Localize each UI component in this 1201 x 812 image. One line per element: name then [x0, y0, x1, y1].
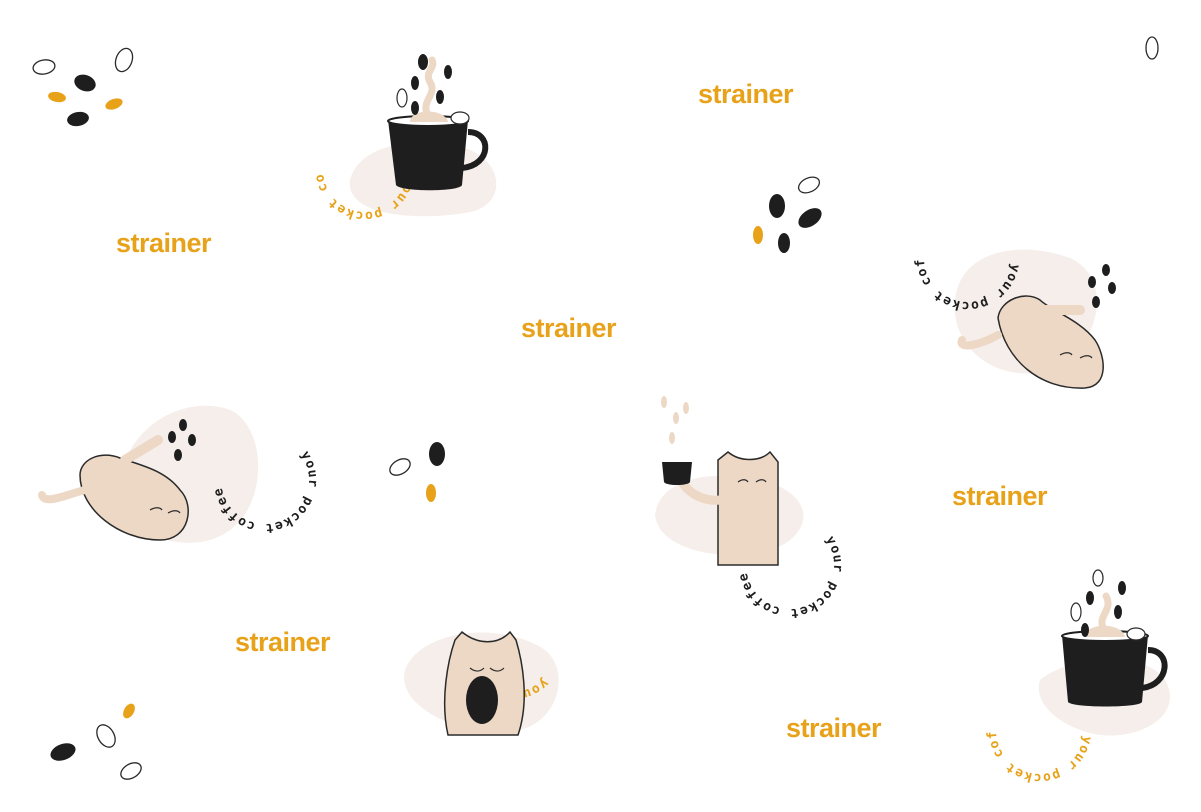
coffee-bean-icon: [1086, 591, 1094, 605]
coffee-bean-icon: [188, 434, 196, 446]
coffee-bean-icon: [123, 703, 135, 719]
coffee-bean-icon: [396, 88, 408, 108]
coffee-bean-icon: [1081, 623, 1089, 637]
coffee-bean-icon: [389, 458, 411, 476]
coffee-bean-icon: [32, 59, 56, 75]
wordmark: strainer: [786, 713, 882, 743]
coffee-bean-icon: [1088, 276, 1096, 288]
coffee-bean-cluster: [389, 442, 445, 502]
wordmark: strainer: [116, 228, 212, 258]
coffee-bean-icon: [1092, 569, 1104, 587]
coffee-bean-cluster: [753, 176, 822, 253]
wordmark: strainer: [952, 481, 1048, 511]
coffee-bean-cluster: [50, 703, 142, 780]
coffee-bean-icon: [1102, 264, 1110, 276]
coffee-bean-icon: [436, 90, 444, 104]
coffee-bean-icon: [114, 47, 134, 73]
coffee-bean-icon: [1092, 296, 1100, 308]
coffee-bean-icon: [96, 724, 116, 748]
coffee-bean-icon: [1145, 36, 1159, 60]
wordmark: strainer: [521, 313, 617, 343]
coffee-bean-icon: [105, 98, 123, 110]
wordmarks: strainer strainer strainer strainer stra…: [116, 79, 1049, 743]
circular-slogan: your pocket coffee: [0, 0, 551, 703]
coffee-bean-icon: [120, 762, 142, 780]
coffee-bean-icon: [411, 76, 419, 90]
coffee-bean-icon: [168, 431, 176, 443]
coffee-bean-icon: [429, 442, 445, 466]
wordmark: strainer: [698, 79, 794, 109]
coffee-bean-icon: [48, 91, 66, 103]
coffee-bean-icon: [450, 111, 470, 125]
pattern-canvas: strainer strainer strainer strainer stra…: [0, 0, 1170, 785]
coffee-bean-icon: [418, 54, 428, 70]
coffee-bean-icon: [179, 419, 187, 431]
coffee-bean-icon: [769, 194, 785, 218]
coffee-bean-icon: [1118, 581, 1126, 595]
coffee-bean-icon: [444, 65, 452, 79]
cat-icon: [443, 630, 525, 736]
coffee-bean-icon: [1126, 627, 1146, 641]
coffee-bean-icon: [798, 208, 822, 228]
coffee-bean-cluster: [32, 47, 134, 127]
coffee-bean-icon: [1114, 605, 1122, 619]
coffee-bean-cluster: [1088, 264, 1116, 308]
coffee-bean-icon: [74, 74, 96, 92]
coffee-bean-icon: [67, 111, 89, 127]
circular-slogan: your pocket coffee: [0, 0, 1023, 313]
coffee-bean-icon: [426, 484, 436, 502]
coffee-bean-icon: [1108, 282, 1116, 294]
wordmark: strainer: [235, 627, 331, 657]
coffee-bean-icon: [50, 743, 76, 761]
coffee-bean-icon: [753, 226, 763, 244]
coffee-bean-icon: [411, 101, 419, 115]
coffee-bean-icon: [797, 176, 821, 194]
coffee-bean-icon: [174, 449, 182, 461]
coffee-bean-icon: [778, 233, 790, 253]
coffee-bean-icon: [1070, 602, 1082, 622]
